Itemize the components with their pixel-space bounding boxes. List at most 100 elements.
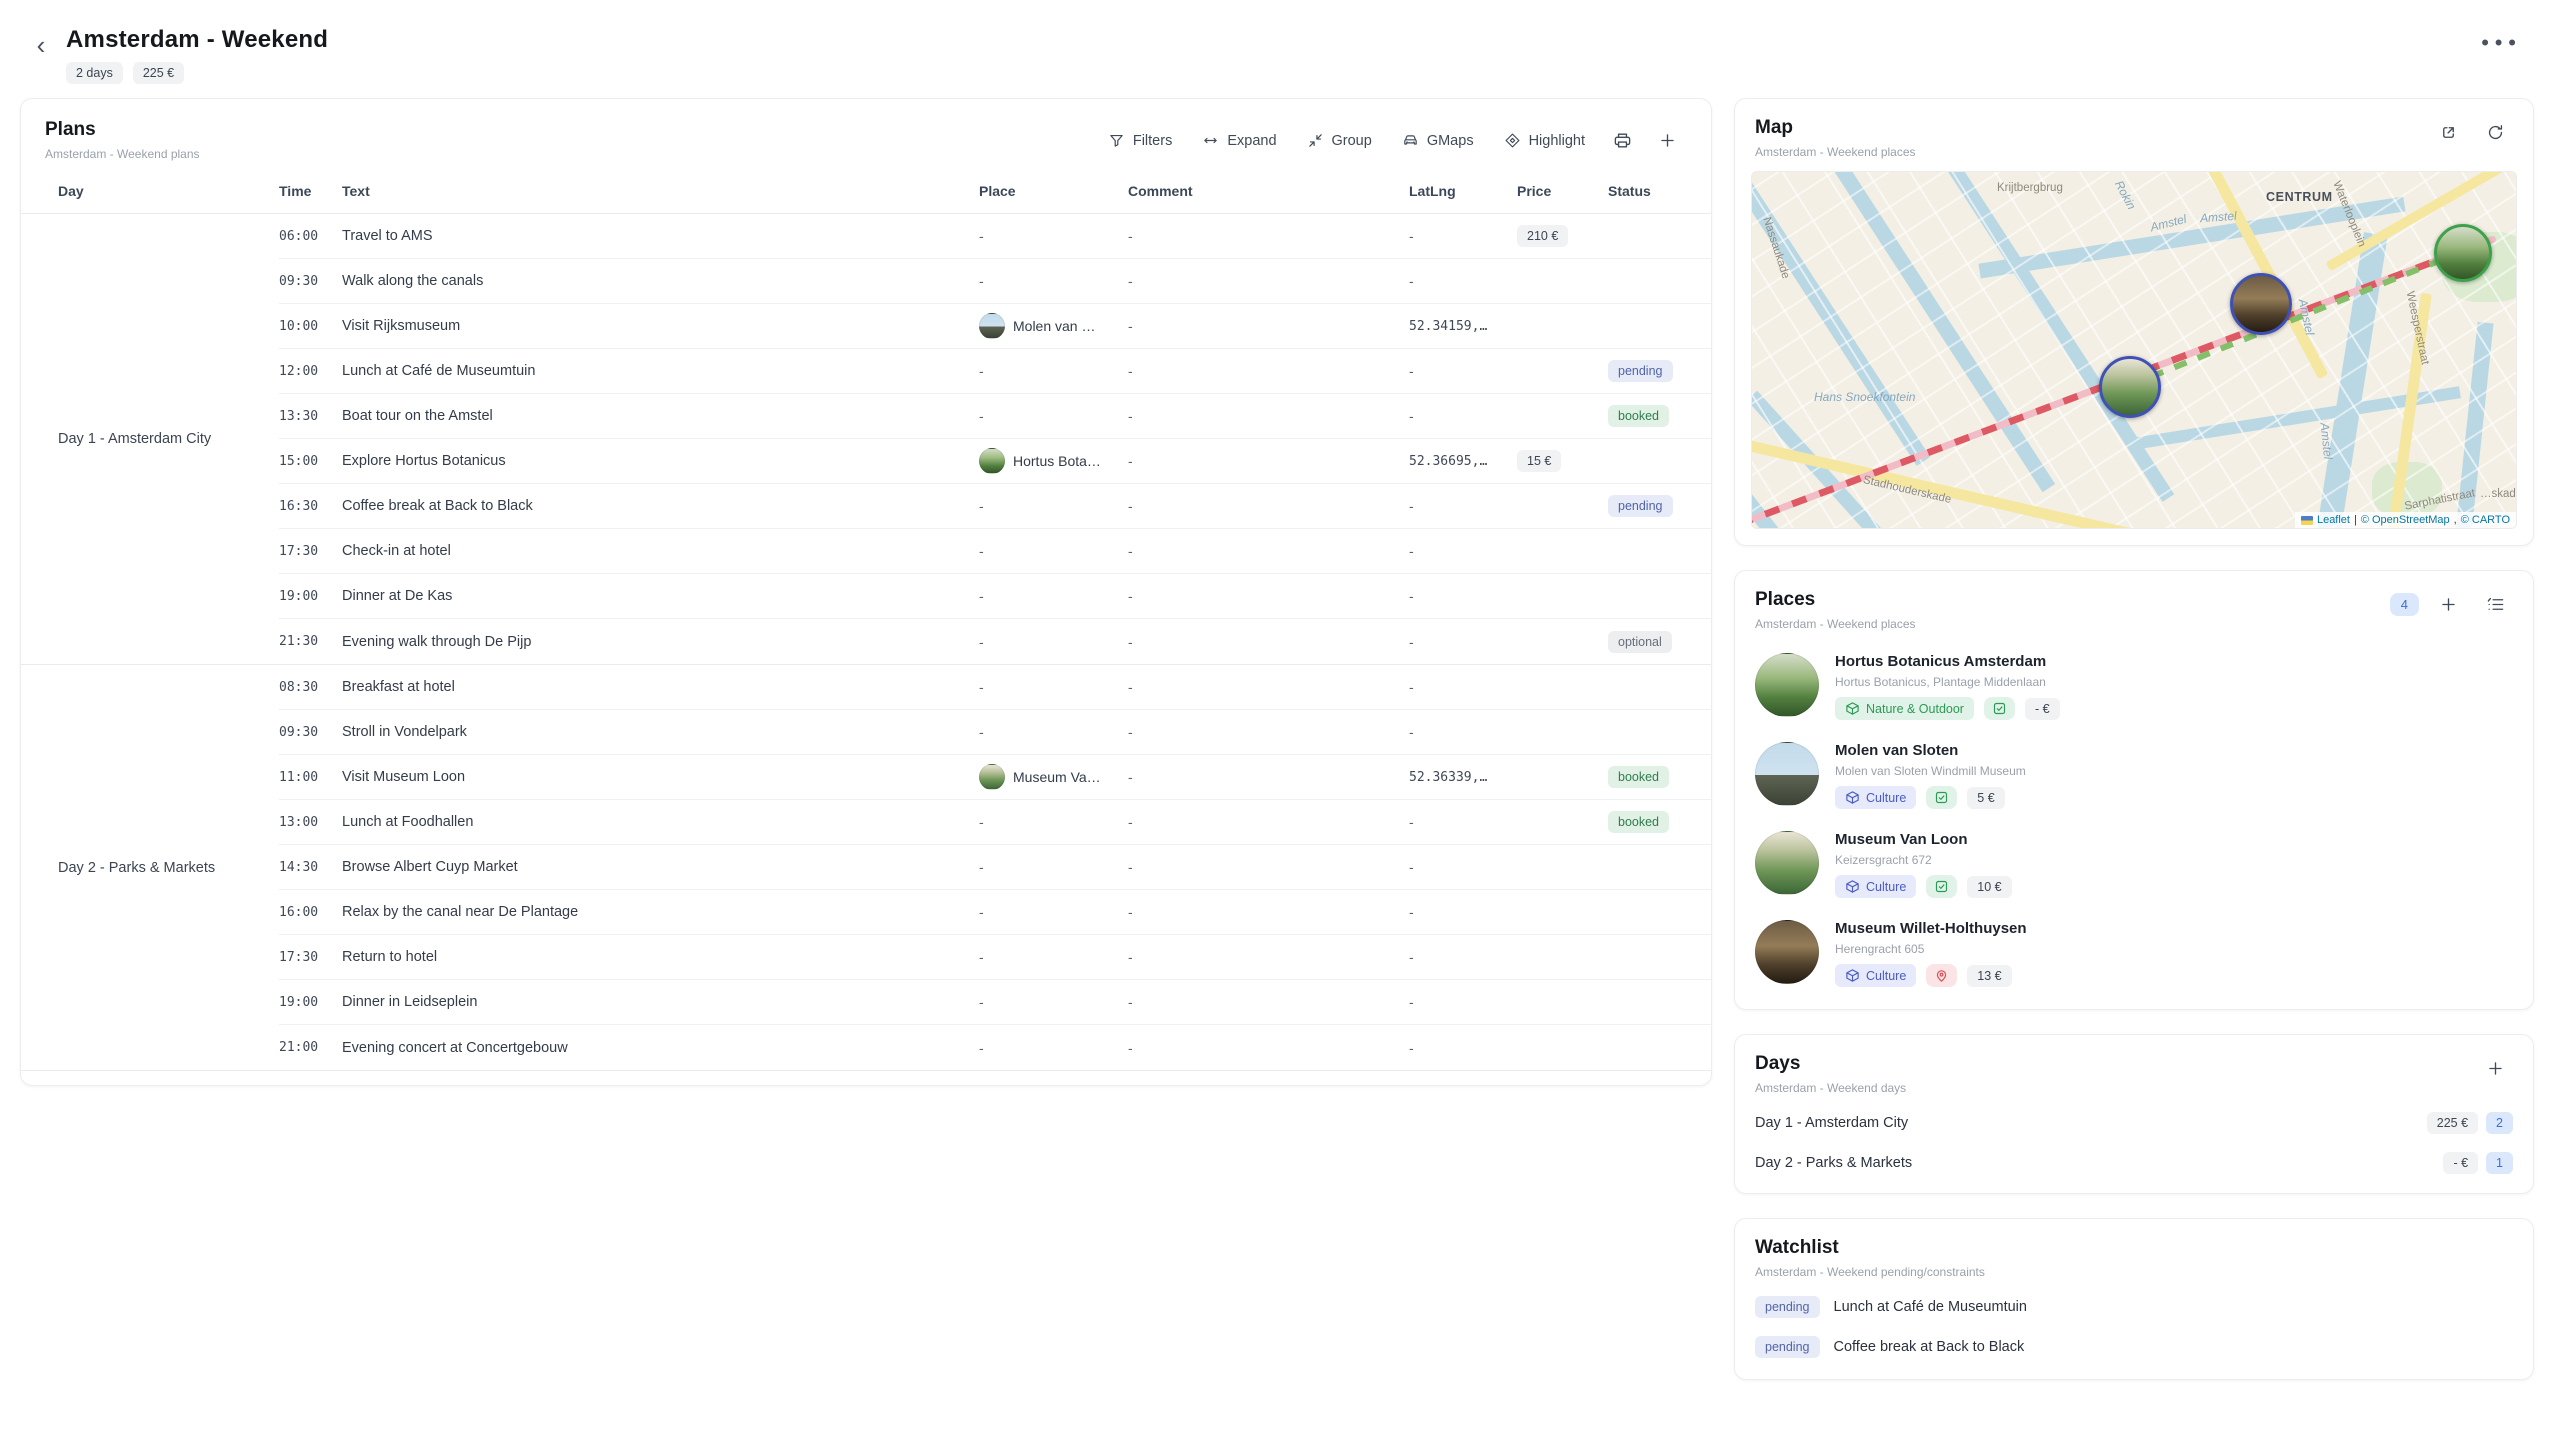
map-refresh-button[interactable]	[2478, 117, 2513, 148]
map-subtitle: Amsterdam - Weekend places	[1755, 145, 1916, 159]
hortus-botanicus-marker[interactable]	[2434, 224, 2492, 282]
plan-latlng: -	[1409, 363, 1517, 379]
plan-text: Relax by the canal near De Plantage	[342, 904, 979, 920]
plan-row[interactable]: 10:00Visit RijksmuseumMolen van …-52.341…	[279, 304, 1711, 349]
watchlist-text: Coffee break at Back to Black	[1834, 1339, 2025, 1355]
plan-latlng: -	[1409, 1040, 1517, 1056]
day-group: Day 2 - Parks & Markets08:30Breakfast at…	[21, 665, 1711, 1071]
empty-value: -	[979, 904, 984, 920]
plan-latlng: -	[1409, 814, 1517, 830]
group-button[interactable]: Group	[1297, 126, 1382, 155]
add-day-button[interactable]	[2478, 1053, 2513, 1084]
empty-value: -	[979, 228, 984, 244]
place-price-badge: - €	[2025, 698, 2060, 720]
empty-value: -	[979, 498, 984, 514]
plan-row[interactable]: 19:00Dinner at De Kas---	[279, 574, 1711, 619]
highlight-button[interactable]: Highlight	[1494, 126, 1595, 155]
osm-link[interactable]: © OpenStreetMap	[2361, 514, 2450, 526]
plan-row[interactable]: 13:30Boat tour on the Amstel---booked	[279, 394, 1711, 439]
place-list-item[interactable]: Hortus Botanicus AmsterdamHortus Botanic…	[1735, 643, 2533, 732]
plan-row[interactable]: 21:00Evening concert at Concertgebouw---	[279, 1025, 1711, 1070]
plan-place[interactable]: Molen van …	[979, 313, 1128, 339]
museum-van-loon-marker[interactable]	[2099, 356, 2161, 418]
plan-row[interactable]: 16:30Coffee break at Back to Black---pen…	[279, 484, 1711, 529]
gmaps-button[interactable]: GMaps	[1392, 126, 1484, 155]
plan-row[interactable]: 13:00Lunch at Foodhallen---booked	[279, 800, 1711, 845]
plan-text: Breakfast at hotel	[342, 679, 979, 695]
pin-badge[interactable]	[1926, 964, 1957, 987]
plan-text: Lunch at Café de Museumtuin	[342, 363, 979, 379]
checked-badge[interactable]	[1926, 786, 1957, 809]
plan-place[interactable]: Hortus Bota…	[979, 448, 1128, 474]
plan-place[interactable]: Museum Va…	[979, 764, 1128, 790]
filters-button[interactable]: Filters	[1098, 126, 1182, 155]
plan-row[interactable]: 14:30Browse Albert Cuyp Market---	[279, 845, 1711, 890]
plan-row[interactable]: 09:30Stroll in Vondelpark---	[279, 710, 1711, 755]
plan-row[interactable]: 09:30Walk along the canals---	[279, 259, 1711, 304]
plan-row[interactable]: 16:00Relax by the canal near De Plantage…	[279, 890, 1711, 935]
place-name: Molen van …	[1013, 318, 1095, 334]
watchlist-item[interactable]: pendingLunch at Café de Museumtuin	[1735, 1287, 2533, 1327]
plan-status: pending	[1608, 495, 1711, 517]
place-list-item[interactable]: Molen van SlotenMolen van Sloten Windmil…	[1735, 732, 2533, 821]
plan-place: -	[979, 724, 1128, 740]
map-fullscreen-button[interactable]	[2431, 117, 2466, 148]
more-menu-button[interactable]: • • •	[2475, 26, 2524, 60]
plan-text: Walk along the canals	[342, 273, 979, 289]
plan-time: 16:30	[279, 499, 342, 514]
days-list: Day 1 - Amsterdam City225 €2Day 2 - Park…	[1735, 1103, 2533, 1183]
plan-row[interactable]: 11:00Visit Museum LoonMuseum Va…-52.3633…	[279, 755, 1711, 800]
plan-time: 14:30	[279, 860, 342, 875]
plan-row[interactable]: 17:30Check-in at hotel---	[279, 529, 1711, 574]
expand-button[interactable]: Expand	[1192, 126, 1286, 155]
places-card: Places Amsterdam - Weekend places 4 Hort…	[1734, 570, 2534, 1010]
watchlist-item[interactable]: pendingCoffee break at Back to Black	[1735, 1327, 2533, 1367]
plan-row[interactable]: 19:00Dinner in Leidseplein---	[279, 980, 1711, 1025]
print-button[interactable]	[1605, 125, 1640, 156]
place-name: Hortus Bota…	[1013, 453, 1101, 469]
leaflet-link[interactable]: Leaflet	[2317, 514, 2350, 526]
day-list-item[interactable]: Day 2 - Parks & Markets- €1	[1735, 1143, 2533, 1183]
add-plan-button[interactable]	[1650, 125, 1685, 156]
museum-willet-marker[interactable]	[2230, 273, 2292, 335]
empty-value: -	[979, 814, 984, 830]
checked-badge[interactable]	[1984, 697, 2015, 720]
days-title: Days	[1755, 1053, 1906, 1075]
plan-row[interactable]: 21:30Evening walk through De Pijp---opti…	[279, 619, 1711, 664]
map-attribution: Leaflet | © OpenStreetMap, © CARTO	[2295, 512, 2516, 528]
plan-row[interactable]: 06:00Travel to AMS---210 €	[279, 214, 1711, 259]
map-canvas[interactable]: KrijtbergbrugRokinAmstelAmstelCENTRUMWat…	[1751, 171, 2517, 529]
plan-latlng: -	[1409, 273, 1517, 289]
empty-value: -	[979, 994, 984, 1010]
map-pin-icon	[1934, 968, 1949, 983]
page-title: Amsterdam - Weekend	[66, 26, 328, 54]
checked-badge[interactable]	[1926, 875, 1957, 898]
plan-latlng: -	[1409, 634, 1517, 650]
place-list-item[interactable]: Museum Willet-HolthuysenHerengracht 605C…	[1735, 910, 2533, 999]
place-detail: Molen van Sloten Windmill Museum	[1835, 764, 2026, 778]
plan-row[interactable]: 12:00Lunch at Café de Museumtuin---pendi…	[279, 349, 1711, 394]
plan-time: 10:00	[279, 319, 342, 334]
plan-comment: -	[1128, 498, 1409, 514]
places-list-view-button[interactable]	[2478, 589, 2513, 620]
expand-external-icon	[2439, 123, 2458, 142]
pending-badge: pending	[1755, 1296, 1820, 1318]
plan-comment: -	[1128, 859, 1409, 875]
place-list-item[interactable]: Museum Van LoonKeizersgracht 672Culture1…	[1735, 821, 2533, 910]
status-badge: booked	[1608, 811, 1669, 833]
plan-row[interactable]: 15:00Explore Hortus BotanicusHortus Bota…	[279, 439, 1711, 484]
add-place-button[interactable]	[2431, 589, 2466, 620]
plan-row[interactable]: 17:30Return to hotel---	[279, 935, 1711, 980]
plan-comment: -	[1128, 408, 1409, 424]
back-button[interactable]: ‹	[24, 28, 58, 62]
carto-link[interactable]: © CARTO	[2461, 514, 2510, 526]
empty-value: -	[979, 543, 984, 559]
status-badge: booked	[1608, 766, 1669, 788]
duration-badge: 2 days	[66, 62, 123, 84]
plan-time: 06:00	[279, 229, 342, 244]
day-list-item[interactable]: Day 1 - Amsterdam City225 €2	[1735, 1103, 2533, 1143]
plan-row[interactable]: 08:30Breakfast at hotel---	[279, 665, 1711, 710]
plan-text: Evening walk through De Pijp	[342, 634, 979, 650]
place-photo	[979, 764, 1005, 790]
plan-comment: -	[1128, 1040, 1409, 1056]
